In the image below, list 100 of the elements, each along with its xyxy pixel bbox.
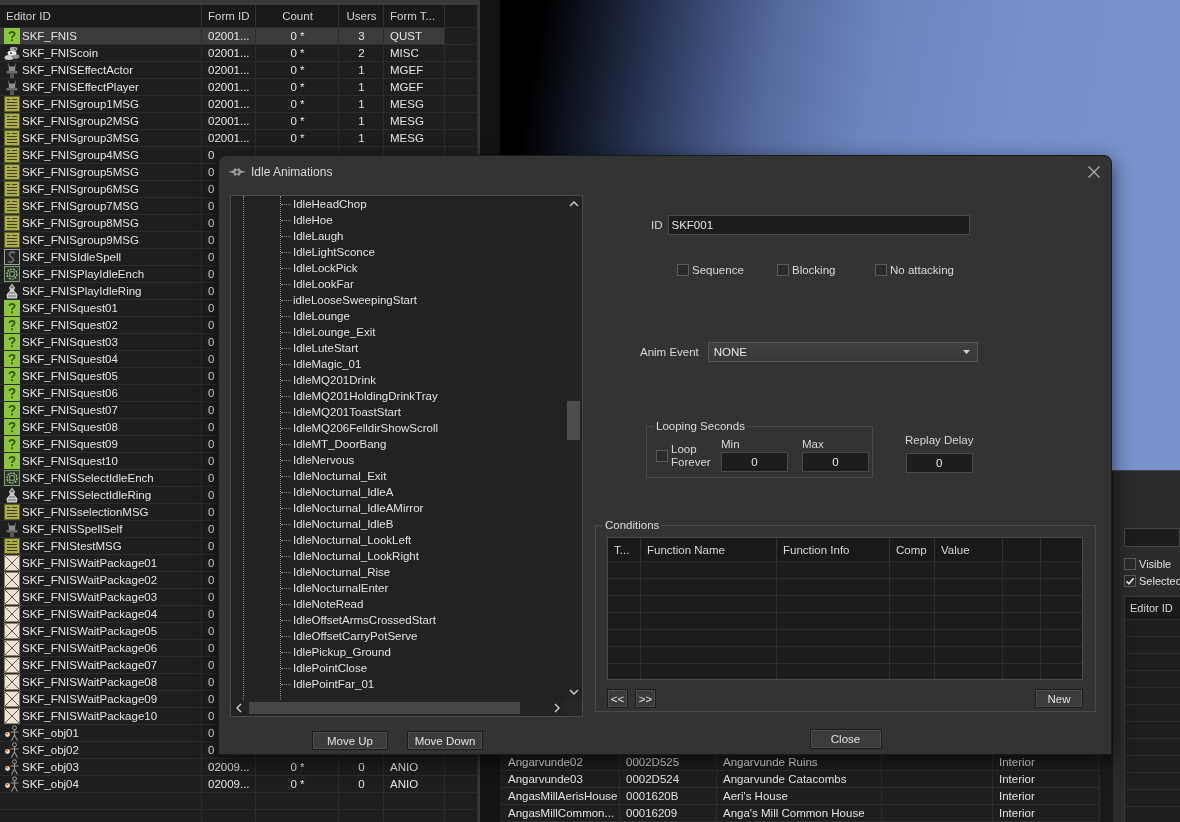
table-cell: 1 [358, 80, 365, 94]
table-cell: 0 [208, 420, 215, 434]
table-cell: 02009... [208, 777, 250, 791]
table-cell: 0 * [290, 97, 305, 111]
table-cell: SKF_FNISquest10 [22, 454, 118, 468]
table-cell: MESG [390, 114, 424, 128]
table-cell: SKF_FNISWaitPackage08 [22, 675, 158, 689]
field-label: ID [651, 218, 663, 232]
table-cell: SKF_FNISgroup9MSG [22, 233, 139, 247]
checkbox-label: Loop Forever [671, 443, 712, 469]
table-cell: 0002D524 [626, 772, 680, 786]
table-cell: 0 * [290, 114, 305, 128]
table-cell: 0 [358, 760, 365, 774]
table-cell: 0001620B [626, 789, 679, 803]
table-cell: 0 [208, 216, 215, 230]
table-cell: SKF_FNISquest06 [22, 386, 118, 400]
table-cell: SKF_FNISgroup6MSG [22, 182, 139, 196]
table-cell: SKF_FNISPlayIdleRing [22, 284, 142, 298]
table-cell: Interior [999, 806, 1035, 820]
table-cell: 0 [208, 386, 215, 400]
table-cell: SKF_FNISquest04 [22, 352, 118, 366]
table-cell: 0 [208, 318, 215, 332]
table-cell: SKF_FNISgroup3MSG [22, 131, 139, 145]
table-cell: 0 [208, 624, 215, 638]
table-cell: SKF_FNISWaitPackage05 [22, 624, 158, 638]
table-cell: MESG [390, 97, 424, 111]
table-cell: Angarvunde03 [508, 772, 583, 786]
table-cell: SKF_FNISgroup1MSG [22, 97, 139, 111]
table-cell: 0 [358, 777, 365, 791]
table-cell: SKF_FNISPlayIdleEnch [22, 267, 145, 281]
table-cell: MGEF [390, 80, 424, 94]
field-label: Min [721, 437, 740, 451]
table-cell: MGEF [390, 63, 424, 77]
table-cell: 0 [208, 488, 215, 502]
table-cell: SKF_FNISWaitPackage04 [22, 607, 158, 621]
table-cell: SKF_obj03 [22, 760, 79, 774]
table-cell: 2 [358, 46, 365, 60]
table-cell: 0 [208, 675, 215, 689]
table-cell: SKF_FNISWaitPackage01 [22, 556, 158, 570]
checkbox-label: No attacking [890, 263, 954, 277]
table-cell: SKF_FNISEffectActor [22, 63, 133, 77]
table-cell: 02001... [208, 63, 250, 77]
table-cell: SKF_obj04 [22, 777, 79, 791]
table-cell: SKF_FNISgroup2MSG [22, 114, 139, 128]
table-cell: 02001... [208, 131, 250, 145]
table-cell: 0 [208, 590, 215, 604]
table-cell: 0 [208, 743, 215, 757]
table-cell: 0 * [290, 63, 305, 77]
table-cell: 0 [208, 369, 215, 383]
table-cell: 02001... [208, 80, 250, 94]
table-cell: 1 [358, 63, 365, 77]
table-cell: Angarvunde Catacombs [723, 772, 847, 786]
window-title: Idle Animations [251, 165, 333, 179]
table-cell: Aeri's House [723, 789, 788, 803]
table-cell: 02001... [208, 114, 250, 128]
table-cell: 0 [208, 233, 215, 247]
table-cell: 00016209 [626, 806, 678, 820]
table-cell: SKF_FNISquest02 [22, 318, 118, 332]
table-cell: SKF_FNIScoin [22, 46, 99, 60]
table-cell: 0 * [290, 777, 305, 791]
table-cell: 3 [358, 29, 365, 43]
table-cell: SKF_FNIStestMSG [22, 539, 122, 553]
table-cell: 0 * [290, 29, 305, 43]
group-title: Looping Seconds [655, 419, 746, 433]
table-cell: SKF_FNISgroup4MSG [22, 148, 139, 162]
table-cell: SKF_FNISselectionMSG [22, 505, 149, 519]
table-cell: SKF_obj01 [22, 726, 79, 740]
table-cell: 0 * [290, 760, 305, 774]
table-cell: SKF_FNIS [22, 29, 77, 43]
table-cell: AngasMillCommon... [508, 806, 615, 820]
table-cell: SKF_FNISgroup5MSG [22, 165, 139, 179]
table-cell: 02001... [208, 29, 250, 43]
checkbox-label: Blocking [792, 263, 836, 277]
table-cell: 0 [208, 437, 215, 451]
table-cell: Interior [999, 755, 1035, 769]
table-cell: SKF_FNISWaitPackage02 [22, 573, 158, 587]
table-cell: Angarvunde02 [508, 755, 583, 769]
table-cell: 0 [208, 692, 215, 706]
table-cell: 0 [208, 284, 215, 298]
table-cell: 1 [358, 97, 365, 111]
table-cell: 0 * [290, 46, 305, 60]
table-cell: Interior [999, 789, 1035, 803]
table-cell: SKF_FNISWaitPackage07 [22, 658, 158, 672]
table-cell: SKF_FNISgroup8MSG [22, 216, 139, 230]
checkbox-label: Visible [1139, 557, 1172, 570]
table-cell: SKF_FNISEffectPlayer [22, 80, 139, 94]
table-cell: SKF_FNISWaitPackage03 [22, 590, 158, 604]
table-cell: 0 [208, 352, 215, 366]
table-cell: AngasMillAerisHouse [508, 789, 618, 803]
table-cell: SKF_FNISSpellSelf [22, 522, 123, 536]
table-cell: 0 [208, 454, 215, 468]
table-cell: MESG [390, 131, 424, 145]
checkbox-label: Sequence [692, 263, 744, 277]
table-cell: SKF_FNISWaitPackage06 [22, 641, 158, 655]
field-label: Max [802, 437, 824, 451]
table-cell: SKF_FNISSelectIdleEnch [22, 471, 154, 485]
table-cell: 0 [208, 573, 215, 587]
table-cell: 0 [208, 199, 215, 213]
table-cell: 02001... [208, 46, 250, 60]
field-label: Replay Delay [905, 433, 974, 447]
